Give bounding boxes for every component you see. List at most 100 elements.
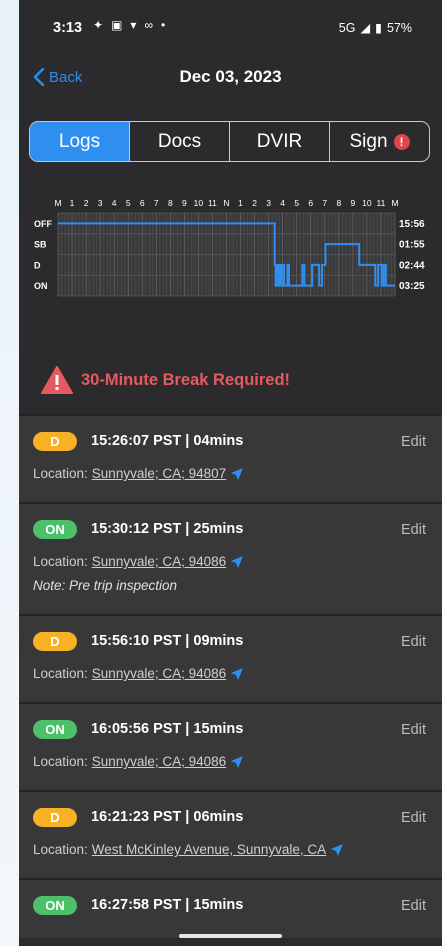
hour-tick-label: 10 <box>362 198 372 208</box>
location-label: Location: <box>33 754 88 769</box>
notification-icon: ▾ <box>130 18 137 32</box>
log-entries: D 15:26:07 PST | 04mins Edit Location: Sunny… <box>19 414 442 938</box>
status-badge: D <box>33 807 77 827</box>
dot-icon: • <box>161 18 166 32</box>
navigate-icon[interactable] <box>230 467 244 481</box>
hour-tick-label: 2 <box>252 198 257 208</box>
log-entry[interactable]: ON 16:27:58 PST | 15mins Edit <box>19 878 442 938</box>
status-total: 15:56 <box>399 219 425 230</box>
location-link[interactable]: Sunnyvale; CA; 94086 <box>92 666 226 681</box>
entry-header: D 15:26:07 PST | 04mins <box>33 430 428 452</box>
entry-location: Location: Sunnyvale; CA; 94807 <box>33 466 428 481</box>
hour-tick-label: 10 <box>194 198 204 208</box>
clock: 3:13 <box>53 20 83 36</box>
home-indicator[interactable] <box>179 934 282 938</box>
hour-tick-label: 9 <box>351 198 356 208</box>
entry-location: Location: Sunnyvale; CA; 94086 <box>33 666 428 681</box>
linkedin-icon: ▣ <box>111 18 123 32</box>
navigate-icon[interactable] <box>330 843 344 857</box>
tab-sign[interactable]: Sign! <box>329 122 429 161</box>
entry-time: 15:30:12 PST | 25mins <box>91 521 244 537</box>
status-badge: ON <box>33 719 77 739</box>
notification-icons: ✦ ▣ ▾ ∞ • <box>93 18 165 32</box>
hour-tick-label: M <box>54 198 61 208</box>
status-badge: D <box>33 631 77 651</box>
system-icons: 5G ◢ ▮ 57% <box>338 20 412 36</box>
location-label: Location: <box>33 466 88 481</box>
nav-bar: Back Dec 03, 2023 <box>19 56 442 100</box>
entry-time: 15:56:10 PST | 09mins <box>91 633 244 649</box>
hour-tick-label: 1 <box>238 198 243 208</box>
status-label: ON <box>34 281 48 291</box>
edit-button[interactable]: Edit <box>401 634 426 650</box>
tab-label: Docs <box>157 130 202 152</box>
entry-header: D 16:21:23 PST | 06mins <box>33 806 428 828</box>
status-label: D <box>34 260 41 270</box>
status-bar: 3:13 ✦ ▣ ▾ ∞ • 5G ◢ ▮ 57% <box>19 0 442 56</box>
status-badge: ON <box>33 519 77 539</box>
entry-location: Location: Sunnyvale; CA; 94086 <box>33 554 428 569</box>
log-entry[interactable]: D 15:26:07 PST | 04mins Edit Location: Sunny… <box>19 414 442 502</box>
navigate-icon[interactable] <box>230 755 244 769</box>
hour-tick-label: 9 <box>182 198 187 208</box>
teams-icon: ✦ <box>93 18 104 32</box>
location-label: Location: <box>33 842 88 857</box>
alert-icon: ! <box>393 133 410 150</box>
edit-button[interactable]: Edit <box>401 434 426 450</box>
status-label: OFF <box>34 219 52 229</box>
hour-tick-label: 4 <box>280 198 285 208</box>
network-label: 5G <box>338 20 356 35</box>
hour-tick-label: 5 <box>294 198 299 208</box>
entry-header: ON 15:30:12 PST | 25mins <box>33 518 428 540</box>
break-warning: 30-Minute Break Required! <box>41 366 290 394</box>
entry-note: Note: Pre trip inspection <box>33 578 178 593</box>
location-link[interactable]: Sunnyvale; CA; 94086 <box>92 754 226 769</box>
hour-tick-label: 7 <box>322 198 327 208</box>
duty-status-chart[interactable]: M 1 2 3 4 5 6 7 8 9 10 11 N 1 2 3 4 5 6 7 8 9 10 11 MOFF 15:56SB 0… <box>19 186 442 306</box>
battery-percent: 57% <box>386 20 412 35</box>
status-total: 03:25 <box>399 281 425 292</box>
log-entry[interactable]: D 16:21:23 PST | 06mins Edit Location: West … <box>19 790 442 878</box>
signal-icon: ◢ <box>360 21 371 35</box>
hour-tick-label: M <box>391 198 398 208</box>
log-entry[interactable]: ON 15:30:12 PST | 25mins Edit Location: Sunn… <box>19 502 442 614</box>
entry-header: ON 16:27:58 PST | 15mins <box>33 894 428 916</box>
edit-button[interactable]: Edit <box>401 522 426 538</box>
tab-dvir[interactable]: DVIR <box>229 122 329 161</box>
location-label: Location: <box>33 666 88 681</box>
battery-icon: ▮ <box>375 21 382 35</box>
hour-tick-label: 7 <box>154 198 159 208</box>
tab-label: Logs <box>58 130 101 152</box>
tab-logs[interactable]: Logs <box>30 122 129 161</box>
hour-tick-label: 1 <box>70 198 75 208</box>
entry-header: ON 16:05:56 PST | 15mins <box>33 718 428 740</box>
edit-button[interactable]: Edit <box>401 898 426 914</box>
hour-tick-label: 2 <box>84 198 89 208</box>
edit-button[interactable]: Edit <box>401 810 426 826</box>
segment-tabs: Logs Docs DVIR Sign! <box>29 121 430 162</box>
status-total: 02:44 <box>399 260 425 271</box>
tab-label: Sign <box>349 130 388 152</box>
log-entry[interactable]: ON 16:05:56 PST | 15mins Edit Location: Sunn… <box>19 702 442 790</box>
hour-tick-label: 6 <box>308 198 313 208</box>
phone-screen: 3:13 ✦ ▣ ▾ ∞ • 5G ◢ ▮ 57% Back Dec 03, 2… <box>19 0 442 946</box>
entry-time: 16:21:23 PST | 06mins <box>91 809 244 825</box>
log-entry[interactable]: D 15:56:10 PST | 09mins Edit Location: Sunny… <box>19 614 442 702</box>
hour-tick-label: 4 <box>112 198 117 208</box>
hour-tick-label: 11 <box>208 198 217 208</box>
edit-button[interactable]: Edit <box>401 722 426 738</box>
entry-header: D 15:56:10 PST | 09mins <box>33 630 428 652</box>
navigate-icon[interactable] <box>230 667 244 681</box>
status-total: 01:55 <box>399 240 425 251</box>
location-link[interactable]: Sunnyvale; CA; 94807 <box>92 466 226 481</box>
status-badge: D <box>33 431 77 451</box>
tab-label: DVIR <box>256 130 303 152</box>
location-link[interactable]: Sunnyvale; CA; 94086 <box>92 554 226 569</box>
location-link[interactable]: West McKinley Avenue, Sunnyvale, CA <box>92 842 326 857</box>
hour-tick-label: 6 <box>140 198 145 208</box>
hour-tick-label: N <box>223 198 229 208</box>
warning-icon <box>41 366 73 394</box>
status-badge: ON <box>33 895 77 915</box>
tab-docs[interactable]: Docs <box>129 122 229 161</box>
navigate-icon[interactable] <box>230 555 244 569</box>
